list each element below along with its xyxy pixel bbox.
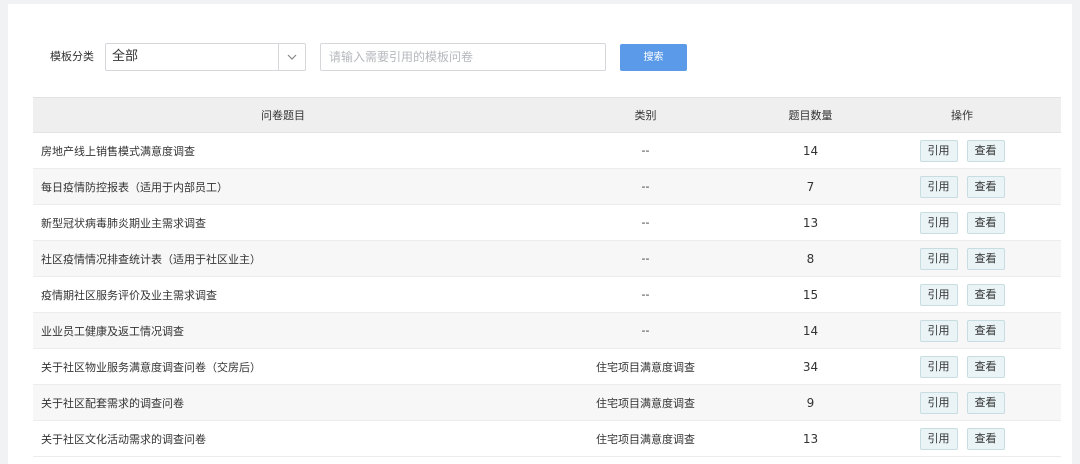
- cite-button[interactable]: 引用: [919, 355, 958, 378]
- search-input[interactable]: [320, 43, 606, 71]
- cite-button[interactable]: 引用: [919, 211, 958, 234]
- row-title: 社区疫情情况排查统计表（适用于社区业主）: [41, 252, 261, 266]
- row-count: 8: [806, 251, 815, 266]
- row-type: 住宅项目满意度调查: [596, 432, 695, 446]
- row-count: 15: [802, 287, 819, 302]
- view-button[interactable]: 查看: [966, 283, 1005, 306]
- row-type: --: [641, 324, 650, 337]
- category-select-value[interactable]: 全部: [106, 44, 278, 70]
- row-actions: 引用 查看: [863, 139, 1061, 162]
- row-title: 新型冠状病毒肺炎期业主需求调查: [41, 216, 206, 230]
- row-type: --: [641, 180, 650, 193]
- view-button[interactable]: 查看: [966, 319, 1005, 342]
- view-button[interactable]: 查看: [966, 211, 1005, 234]
- row-count: 9: [806, 395, 815, 410]
- cite-button[interactable]: 引用: [919, 139, 958, 162]
- view-button[interactable]: 查看: [966, 391, 1005, 414]
- cite-button[interactable]: 引用: [919, 247, 958, 270]
- row-count: 14: [802, 143, 819, 158]
- table-row: 疫情期社区服务评价及业主需求调查 -- 15 引用 查看: [33, 277, 1061, 313]
- table-row: 关于社区文化活动需求的调查问卷 住宅项目满意度调查 13 引用 查看: [33, 421, 1061, 457]
- table-row: 关于社区配套需求的调查问卷 住宅项目满意度调查 9 引用 查看: [33, 385, 1061, 421]
- view-button[interactable]: 查看: [966, 355, 1005, 378]
- row-count: 34: [802, 359, 819, 374]
- search-button[interactable]: 搜索: [620, 44, 687, 71]
- row-actions: 引用 查看: [863, 319, 1061, 342]
- table-row: 新型冠状病毒肺炎期业主需求调查 -- 13 引用 查看: [33, 205, 1061, 241]
- cite-button[interactable]: 引用: [919, 175, 958, 198]
- cite-button[interactable]: 引用: [919, 427, 958, 450]
- row-actions: 引用 查看: [863, 427, 1061, 450]
- row-type: 住宅项目满意度调查: [596, 360, 695, 374]
- row-actions: 引用 查看: [863, 355, 1061, 378]
- row-title: 业业员工健康及返工情况调查: [41, 324, 184, 338]
- row-title: 关于社区文化活动需求的调查问卷: [41, 432, 206, 446]
- table-row: 业业员工健康及返工情况调查 -- 14 引用 查看: [33, 313, 1061, 349]
- chevron-down-icon[interactable]: [278, 44, 305, 70]
- row-count: 13: [802, 215, 819, 230]
- header-title: 问卷题目: [261, 109, 305, 122]
- row-count: 13: [802, 431, 819, 446]
- row-type: --: [641, 252, 650, 265]
- table-row: 每日疫情防控报表（适用于内部员工） -- 7 引用 查看: [33, 169, 1061, 205]
- view-button[interactable]: 查看: [966, 247, 1005, 270]
- category-label: 模板分类: [50, 50, 94, 63]
- header-type: 类别: [634, 109, 657, 122]
- table-row: 关于社区物业服务满意度调查问卷（交房后） 住宅项目满意度调查 34 引用 查看: [33, 349, 1061, 385]
- table-body: 房地产线上销售模式满意度调查 -- 14 引用 查看 每日疫情防控报表（适用于内部员工） -…: [33, 133, 1061, 457]
- row-title: 疫情期社区服务评价及业主需求调查: [41, 288, 217, 302]
- row-count: 14: [802, 323, 819, 338]
- view-button[interactable]: 查看: [966, 175, 1005, 198]
- row-type: 住宅项目满意度调查: [596, 396, 695, 410]
- row-actions: 引用 查看: [863, 247, 1061, 270]
- cite-button[interactable]: 引用: [919, 319, 958, 342]
- header-count: 题目数量: [788, 109, 833, 122]
- row-actions: 引用 查看: [863, 283, 1061, 306]
- row-actions: 引用 查看: [863, 211, 1061, 234]
- header-ops: 操作: [951, 109, 973, 122]
- row-title: 每日疫情防控报表（适用于内部员工）: [41, 180, 228, 194]
- row-type: --: [641, 216, 650, 229]
- template-table: 问卷题目 类别 题目数量 操作 房地产线上销售模式满意度调查 -- 14 引用 查看 每日…: [33, 97, 1061, 457]
- row-type: --: [641, 144, 650, 157]
- row-title: 关于社区物业服务满意度调查问卷（交房后）: [41, 360, 261, 374]
- row-type: --: [641, 288, 650, 301]
- view-button[interactable]: 查看: [966, 427, 1005, 450]
- cite-button[interactable]: 引用: [919, 283, 958, 306]
- row-actions: 引用 查看: [863, 175, 1061, 198]
- table-row: 社区疫情情况排查统计表（适用于社区业主） -- 8 引用 查看: [33, 241, 1061, 277]
- row-count: 7: [806, 179, 815, 194]
- cite-button[interactable]: 引用: [919, 391, 958, 414]
- table-header: 问卷题目 类别 题目数量 操作: [33, 97, 1061, 133]
- view-button[interactable]: 查看: [966, 139, 1005, 162]
- table-row: 房地产线上销售模式满意度调查 -- 14 引用 查看: [33, 133, 1061, 169]
- template-panel: 模板分类 全部 搜索 问卷题目 类别 题目数量 操作 房地产线上销售模式满意度调…: [8, 4, 1072, 464]
- category-select[interactable]: 全部: [105, 43, 306, 71]
- row-actions: 引用 查看: [863, 391, 1061, 414]
- row-title: 房地产线上销售模式满意度调查: [41, 144, 195, 158]
- row-title: 关于社区配套需求的调查问卷: [41, 396, 184, 410]
